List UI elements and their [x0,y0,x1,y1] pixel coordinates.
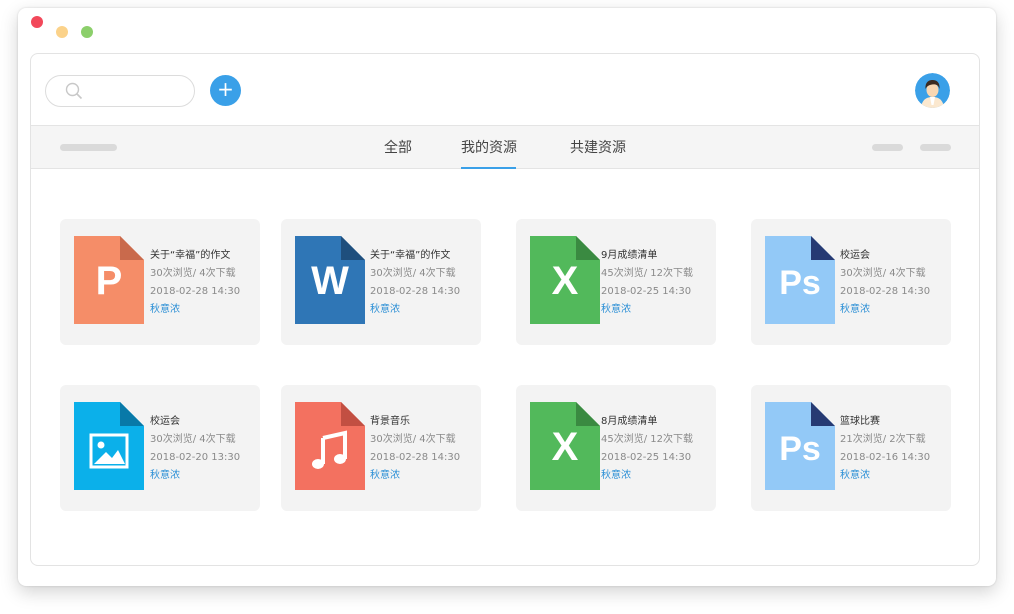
avatar[interactable] [915,73,950,108]
file-info: 关于“幸福”的作文 30次浏览/ 4次下载 2018-02-28 14:30 秋… [370,247,460,319]
file-stats: 21次浏览/ 2次下载 [840,434,926,445]
file-author-link[interactable]: 秋意浓 [840,467,930,485]
file-info: 8月成绩清单 45次浏览/ 12次下载 2018-02-25 14:30 秋意浓 [601,413,693,485]
file-type-letter: X [552,425,579,469]
tab-my-resources[interactable]: 我的资源 [461,137,517,157]
file-title: 关于“幸福”的作文 [150,250,231,261]
file-card[interactable]: Ps 篮球比赛 21次浏览/ 2次下载 2018-02-16 14:30 秋意浓 [751,385,951,511]
file-info: 背景音乐 30次浏览/ 4次下载 2018-02-28 14:30 秋意浓 [370,413,460,485]
placeholder-bar [60,144,117,151]
file-title: 校运会 [150,416,180,427]
file-date: 2018-02-28 14:30 [840,286,931,297]
maximize-window-button[interactable] [81,26,93,38]
file-type-letter: X [552,259,579,303]
file-title: 校运会 [840,250,870,261]
file-title: 背景音乐 [370,416,410,427]
file-date: 2018-02-25 14:30 [601,452,692,463]
file-date: 2018-02-28 14:30 [370,286,461,297]
file-stats: 30次浏览/ 4次下载 [370,434,456,445]
file-author-link[interactable]: 秋意浓 [601,467,693,485]
file-card[interactable]: 校运会 30次浏览/ 4次下载 2018-02-20 13:30 秋意浓 [60,385,260,511]
file-author-link[interactable]: 秋意浓 [370,301,460,319]
word-file-icon: W [295,236,365,324]
resource-panel: + 全部 我的资源 共建资源 P 关于“幸福”的作文 30次浏览/ 4次下载 2… [30,53,980,566]
placeholder-bar [920,144,951,151]
file-stats: 30次浏览/ 4次下载 [840,268,926,279]
file-stats: 45次浏览/ 12次下载 [601,268,693,279]
file-date: 2018-02-28 14:30 [150,286,241,297]
search-box[interactable] [45,75,195,107]
file-info: 校运会 30次浏览/ 4次下载 2018-02-20 13:30 秋意浓 [150,413,240,485]
file-title: 篮球比赛 [840,416,880,427]
ps-file-icon: Ps [765,236,835,324]
ps-file-icon: Ps [765,402,835,490]
file-card[interactable]: Ps 校运会 30次浏览/ 4次下载 2018-02-28 14:30 秋意浓 [751,219,951,345]
file-stats: 30次浏览/ 4次下载 [370,268,456,279]
file-stats: 45次浏览/ 12次下载 [601,434,693,445]
file-type-letter: Ps [779,264,821,302]
file-date: 2018-02-16 14:30 [840,452,931,463]
image-file-icon [74,402,144,490]
file-card[interactable]: P 关于“幸福”的作文 30次浏览/ 4次下载 2018-02-28 14:30… [60,219,260,345]
file-author-link[interactable]: 秋意浓 [840,301,930,319]
minimize-window-button[interactable] [56,26,68,38]
file-author-link[interactable]: 秋意浓 [150,467,240,485]
file-date: 2018-02-25 14:30 [601,286,692,297]
add-resource-button[interactable]: + [210,75,241,106]
file-card[interactable]: 背景音乐 30次浏览/ 4次下载 2018-02-28 14:30 秋意浓 [281,385,481,511]
file-author-link[interactable]: 秋意浓 [150,301,240,319]
file-type-letter: Ps [779,430,821,468]
file-info: 校运会 30次浏览/ 4次下载 2018-02-28 14:30 秋意浓 [840,247,930,319]
excel-file-icon: X [530,402,600,490]
close-window-button[interactable] [31,16,43,28]
search-input[interactable] [90,80,185,102]
excel-file-icon: X [530,236,600,324]
file-info: 篮球比赛 21次浏览/ 2次下载 2018-02-16 14:30 秋意浓 [840,413,930,485]
file-card[interactable]: X 8月成绩清单 45次浏览/ 12次下载 2018-02-25 14:30 秋… [516,385,716,511]
app-window: + 全部 我的资源 共建资源 P 关于“幸福”的作文 30次浏览/ 4次下载 2… [18,8,996,586]
active-tab-indicator [461,167,516,169]
ppt-file-icon: P [74,236,144,324]
file-title: 关于“幸福”的作文 [370,250,451,261]
file-title: 8月成绩清单 [601,416,658,427]
file-type-letter: W [311,259,349,303]
file-card[interactable]: X 9月成绩清单 45次浏览/ 12次下载 2018-02-25 14:30 秋… [516,219,716,345]
file-type-letter: P [96,259,123,303]
plus-icon: + [217,77,234,101]
tab-bar: 全部 我的资源 共建资源 [31,125,979,169]
file-date: 2018-02-28 14:30 [370,452,461,463]
file-card[interactable]: W 关于“幸福”的作文 30次浏览/ 4次下载 2018-02-28 14:30… [281,219,481,345]
tab-all[interactable]: 全部 [384,137,412,157]
file-title: 9月成绩清单 [601,250,658,261]
file-stats: 30次浏览/ 4次下载 [150,268,236,279]
file-stats: 30次浏览/ 4次下载 [150,434,236,445]
file-info: 关于“幸福”的作文 30次浏览/ 4次下载 2018-02-28 14:30 秋… [150,247,240,319]
search-icon [65,82,83,100]
music-file-icon [295,402,365,490]
user-avatar-icon [915,73,950,108]
file-author-link[interactable]: 秋意浓 [601,301,693,319]
file-author-link[interactable]: 秋意浓 [370,467,460,485]
placeholder-bar [872,144,903,151]
tab-shared-resources[interactable]: 共建资源 [570,137,626,157]
file-date: 2018-02-20 13:30 [150,452,241,463]
file-info: 9月成绩清单 45次浏览/ 12次下载 2018-02-25 14:30 秋意浓 [601,247,693,319]
